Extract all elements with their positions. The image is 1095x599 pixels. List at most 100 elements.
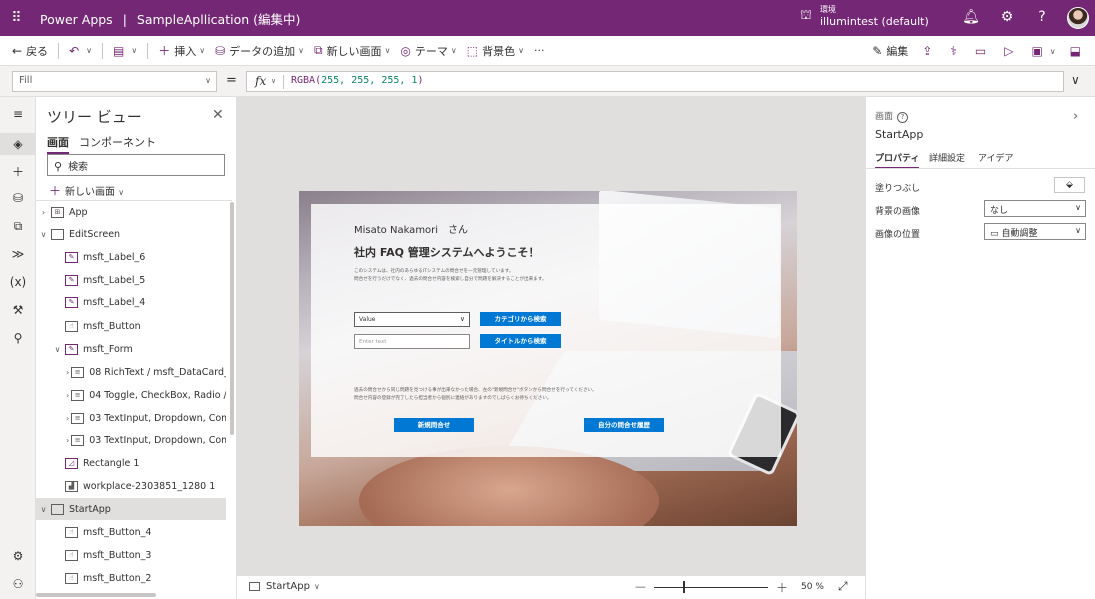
chevron-right-icon[interactable]: › xyxy=(1073,109,1078,124)
background-image-dropdown[interactable]: なし ∨ xyxy=(984,200,1086,217)
chevron-right-icon[interactable]: › xyxy=(66,368,69,377)
edit-button[interactable]: ✎ 編集 xyxy=(872,43,908,59)
tree-node-datacard-textinput-2[interactable]: ›≡ 03 TextInput, Dropdown, ComboBc xyxy=(36,429,226,451)
tree-node-datacard-toggle[interactable]: ›≡ 04 Toggle, CheckBox, Radio / msft_ xyxy=(36,384,226,406)
tree-node-label-6[interactable]: ✎ msft_Label_6 xyxy=(36,246,226,268)
environment-picker[interactable]: ⛫ 環境 illumintest (default) xyxy=(800,4,929,28)
tree-node-editscreen[interactable]: ∨ EditScreen xyxy=(36,223,226,245)
comments-button[interactable]: ▭ xyxy=(975,44,990,58)
background-color-button[interactable]: ⬚ 背景色 ∨ xyxy=(467,43,524,59)
fit-to-window-icon[interactable]: ⤢ xyxy=(838,579,848,594)
title-text-input[interactable]: Enter text xyxy=(354,334,470,349)
theme-button[interactable]: ◎ テーマ ∨ xyxy=(400,43,456,59)
undo-button[interactable]: ↶ ∨ xyxy=(69,44,92,58)
database-icon: ⛁ xyxy=(215,43,226,58)
chevron-down-icon[interactable]: ∨ xyxy=(38,230,49,239)
notifications-icon[interactable]: 🔔︎ xyxy=(962,9,980,25)
tree-node-app[interactable]: › ⊞ App xyxy=(36,201,226,223)
fx-icon[interactable]: fx xyxy=(255,74,266,88)
user-avatar[interactable] xyxy=(1067,7,1089,29)
zoom-slider[interactable] xyxy=(654,587,768,588)
insert-button[interactable]: ＋挿入 ∨ xyxy=(158,42,205,59)
app-document-name: SampleApllication (編集中) xyxy=(136,11,301,27)
app-screen-preview[interactable]: Misato Nakamori さん 社内 FAQ 管理システムへようこそ！ こ… xyxy=(299,191,797,526)
app-launcher-icon[interactable]: ⠿ xyxy=(0,10,32,26)
tab-components[interactable]: コンポーネント xyxy=(79,134,156,150)
data-icon[interactable]: ⛁ xyxy=(0,191,36,205)
tree-node-startapp[interactable]: ∨ StartApp xyxy=(36,498,226,520)
formula-function: RGBA( xyxy=(291,75,322,86)
zoom-in-button[interactable]: ＋ xyxy=(776,579,788,596)
search-by-category-button[interactable]: カテゴリから検索 xyxy=(480,312,561,326)
screen-selector[interactable]: StartApp ∨ xyxy=(249,581,320,592)
property-dropdown[interactable]: Fill ∨ xyxy=(12,71,217,92)
more-button[interactable]: ··· xyxy=(534,44,545,57)
tree-node-form[interactable]: ∨ ✎ msft_Form xyxy=(36,338,226,360)
preview-button[interactable]: ▷ xyxy=(1004,44,1017,58)
tab-advanced[interactable]: 詳細設定 xyxy=(929,151,965,164)
tab-screens[interactable]: 画面 xyxy=(47,134,69,154)
save-button[interactable]: ▣ ∨ xyxy=(1031,44,1055,58)
tree-view-icon[interactable]: ◈ xyxy=(0,133,36,155)
tree-node-button-2[interactable]: ☝ msft_Button_2 xyxy=(36,567,226,589)
expand-formula-icon[interactable]: ∨ xyxy=(1071,73,1080,87)
new-inquiry-button[interactable]: 新規問合せ xyxy=(394,418,474,432)
share-button[interactable]: ⇪ xyxy=(922,44,936,58)
chevron-right-icon[interactable]: › xyxy=(66,391,69,400)
my-inquiry-history-button[interactable]: 自分の問合せ履歴 xyxy=(584,418,664,432)
vertical-scrollbar[interactable] xyxy=(230,202,234,435)
paste-button[interactable]: ▤ ∨ xyxy=(113,44,137,58)
new-screen-button[interactable]: ＋新しい画面 ∨ xyxy=(49,182,124,199)
add-data-button[interactable]: ⛁ データの追加 ∨ xyxy=(215,43,304,59)
app-checker-button[interactable]: ⚕ xyxy=(950,44,961,58)
back-button[interactable]: ← 戻る xyxy=(12,43,48,59)
close-icon[interactable]: ✕ xyxy=(212,107,224,123)
tree-node-button-3[interactable]: ☝ msft_Button_3 xyxy=(36,544,226,566)
virtual-agent-icon[interactable]: ⚇ xyxy=(0,577,36,591)
help-icon[interactable]: ? xyxy=(1033,9,1051,25)
tree-node-rectangle[interactable]: ◿ Rectangle 1 xyxy=(36,452,226,474)
chevron-right-icon[interactable]: › xyxy=(66,436,69,445)
fill-color-picker[interactable]: ⬙ xyxy=(1054,177,1085,193)
media-icon[interactable]: ⧉ xyxy=(0,219,36,234)
zoom-slider-thumb[interactable] xyxy=(682,581,685,593)
help-icon[interactable]: ? xyxy=(897,112,909,123)
tree-node-image[interactable]: ▟ workplace-2303851_1280 1 xyxy=(36,475,226,497)
variables-icon[interactable]: (x) xyxy=(0,275,36,289)
tools-icon[interactable]: ⚒ xyxy=(0,303,36,317)
image-fit-icon: ▭ xyxy=(990,229,999,239)
chevron-down-icon[interactable]: ∨ xyxy=(86,46,92,55)
image-position-dropdown[interactable]: ▭ 自動調整 ∨ xyxy=(984,223,1086,240)
chevron-right-icon[interactable]: › xyxy=(38,208,49,217)
divider xyxy=(866,168,1095,169)
chevron-down-icon[interactable]: ∨ xyxy=(131,46,137,55)
zoom-out-button[interactable]: — xyxy=(635,580,646,593)
chevron-down-icon[interactable]: ∨ xyxy=(1050,47,1056,56)
settings-icon[interactable]: ⚙ xyxy=(0,549,36,563)
tree-node-datacard-richtext[interactable]: ›≡ 08 RichText / msft_DataCard_Vertic xyxy=(36,361,226,383)
publish-button[interactable]: ⬓ xyxy=(1070,44,1085,58)
content-rectangle[interactable]: Misato Nakamori さん 社内 FAQ 管理システムへようこそ！ こ… xyxy=(311,204,781,457)
formula-input[interactable]: fx ∨ RGBA(255, 255, 255, 1) xyxy=(246,71,1064,92)
tab-ideas[interactable]: アイデア xyxy=(978,151,1014,164)
search-icon[interactable]: ⚲ xyxy=(0,331,36,345)
tree-node-button-4[interactable]: ☝ msft_Button_4 xyxy=(36,521,226,543)
tree-node-label-5[interactable]: ✎ msft_Label_5 xyxy=(36,269,226,291)
chevron-down-icon[interactable]: ∨ xyxy=(38,505,49,514)
tree-node-datacard-textinput[interactable]: ›≡ 03 TextInput, Dropdown, ComboBc xyxy=(36,407,226,429)
tree-node-label-4[interactable]: ✎ msft_Label_4 xyxy=(36,291,226,313)
chevron-right-icon[interactable]: › xyxy=(66,414,69,423)
insert-icon[interactable]: ＋ xyxy=(0,163,36,180)
new-screen-button[interactable]: ⧉ 新しい画面 ∨ xyxy=(314,43,390,59)
tab-properties[interactable]: プロパティ xyxy=(875,151,920,169)
search-by-title-button[interactable]: タイトルから検索 xyxy=(480,334,561,348)
settings-icon[interactable]: ⚙ xyxy=(998,9,1016,25)
tree-search-input[interactable]: ⚲ 検索 xyxy=(47,154,225,176)
category-dropdown[interactable]: Value ∨ xyxy=(354,312,470,327)
tree-node-button[interactable]: ☝ msft_Button xyxy=(36,315,226,337)
horizontal-scrollbar[interactable] xyxy=(36,593,156,597)
power-automate-icon[interactable]: ≫ xyxy=(0,247,36,261)
chevron-down-icon[interactable]: ∨ xyxy=(271,77,276,85)
chevron-down-icon[interactable]: ∨ xyxy=(52,345,63,354)
hamburger-menu-icon[interactable]: ≡ xyxy=(0,107,36,121)
